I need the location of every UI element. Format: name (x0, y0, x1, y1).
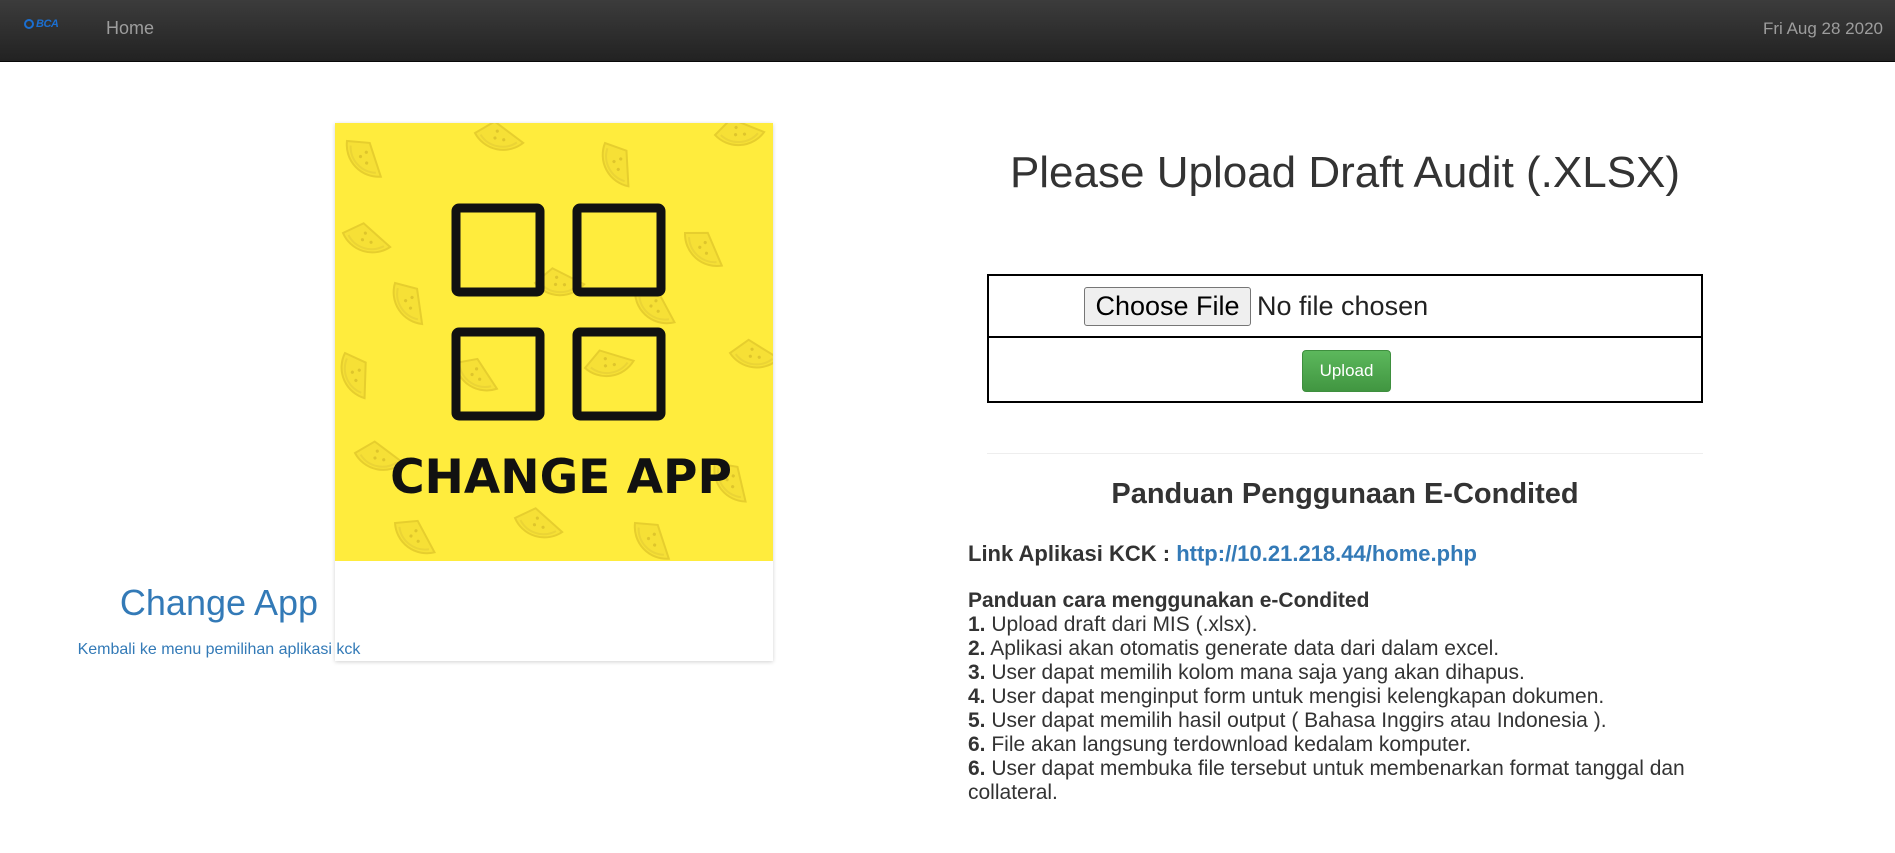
kck-link-line: Link Aplikasi KCK : http://10.21.218.44/… (968, 541, 1477, 567)
nav-home-link[interactable]: Home (106, 18, 154, 39)
section-divider (987, 453, 1703, 454)
current-date: Fri Aug 28 2020 (1762, 19, 1883, 38)
step-text: File akan langsung terdownload kedalam k… (985, 733, 1472, 756)
bca-logo[interactable]: BCA (24, 14, 68, 34)
step-number: 1. (968, 613, 986, 636)
step-text: User dapat membuka file tersebut untuk m… (968, 757, 1685, 804)
change-app-image-label: CHANGE APP (390, 450, 732, 505)
step-number: 6. (968, 733, 986, 756)
step-number: 2. (968, 637, 986, 660)
step-number: 3. (968, 661, 986, 684)
file-status-text: No file chosen (1257, 291, 1429, 321)
kck-link[interactable]: http://10.21.218.44/home.php (1176, 541, 1477, 566)
list-item: 5. User dapat memilih hasil output ( Bah… (968, 709, 1708, 733)
step-text: Upload draft dari MIS (.xlsx). (985, 613, 1258, 636)
change-app-subtitle: Kembali ke menu pemilihan aplikasi kck (77, 641, 361, 658)
list-item: 2. Aplikasi akan otomatis generate data … (968, 637, 1708, 661)
bca-logo-text: BCA (36, 18, 59, 30)
file-input-row: Choose File No file chosen (989, 276, 1701, 338)
list-item: 3. User dapat memilih kolom mana saja ya… (968, 661, 1708, 685)
watermelon-pattern-background: CHANGE APP (335, 123, 773, 561)
steps-heading: Panduan cara menggunakan e-Condited (968, 589, 1370, 612)
list-item: 4. User dapat menginput form untuk mengi… (968, 685, 1708, 709)
guide-steps: Panduan cara menggunakan e-Condited 1. U… (968, 589, 1708, 805)
list-item: 6. User dapat membuka file tersebut untu… (968, 757, 1708, 805)
list-item: 1. Upload draft dari MIS (.xlsx). (968, 613, 1708, 637)
upload-heading: Please Upload Draft Audit (.XLSX) (1009, 148, 1681, 197)
choose-file-button[interactable]: Choose File (1084, 287, 1251, 326)
step-number: 4. (968, 685, 986, 708)
kck-link-label: Link Aplikasi KCK : (968, 541, 1177, 566)
step-text: Aplikasi akan otomatis generate data dar… (985, 637, 1500, 660)
change-app-card[interactable]: CHANGE APP (335, 123, 773, 661)
step-text: User dapat memilih kolom mana saja yang … (985, 661, 1525, 684)
change-app-title[interactable]: Change App (0, 582, 438, 624)
change-app-image: CHANGE APP (335, 123, 773, 561)
navbar: BCA Home Fri Aug 28 2020 (0, 0, 1895, 62)
upload-button[interactable]: Upload (1302, 350, 1391, 392)
upload-button-row: Upload (989, 338, 1701, 401)
guide-heading: Panduan Penggunaan E-Condited (1111, 478, 1579, 510)
list-item: 6. File akan langsung terdownload kedala… (968, 733, 1708, 757)
step-number: 6. (968, 757, 986, 780)
bca-logo-icon (24, 19, 34, 29)
upload-form-table: Choose File No file chosen Upload (987, 274, 1703, 403)
step-text: User dapat memilih hasil output ( Bahasa… (985, 709, 1607, 732)
step-number: 5. (968, 709, 986, 732)
step-text: User dapat menginput form untuk mengisi … (985, 685, 1605, 708)
